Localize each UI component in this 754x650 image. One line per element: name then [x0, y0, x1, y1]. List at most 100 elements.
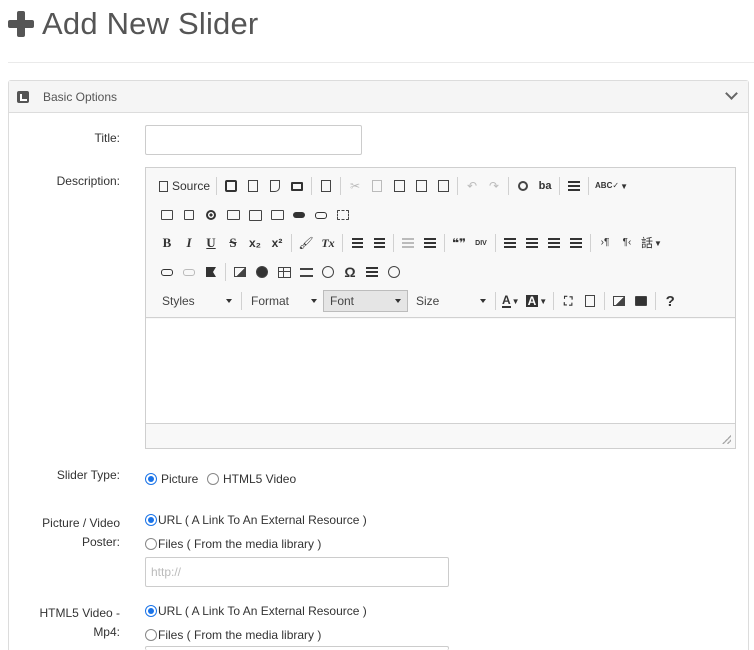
- show-blocks-button[interactable]: [579, 290, 601, 312]
- globe-icon: [388, 266, 400, 278]
- paste-button[interactable]: [388, 175, 410, 197]
- indent-button[interactable]: [419, 232, 441, 254]
- align-right-button[interactable]: [543, 232, 565, 254]
- copy-format-button[interactable]: 🖌: [295, 232, 317, 254]
- toolbar-row-1: Source ✂ ↶ ↷ ba ABC✓ ▼: [156, 173, 631, 199]
- find-button[interactable]: [512, 175, 534, 197]
- ltr-icon: ›¶: [600, 237, 610, 248]
- rtl-button[interactable]: ¶‹: [616, 232, 638, 254]
- textarea-button[interactable]: [244, 204, 266, 226]
- maximize-button[interactable]: ⛶: [557, 290, 579, 312]
- iframe-button[interactable]: [383, 261, 405, 283]
- cut-button[interactable]: ✂: [344, 175, 366, 197]
- select-field-button[interactable]: [266, 204, 288, 226]
- templates-button[interactable]: [315, 175, 337, 197]
- language-button[interactable]: 話 ▼: [638, 232, 665, 254]
- paste-word-button[interactable]: [432, 175, 454, 197]
- panel-heading[interactable]: Basic Options: [9, 81, 748, 113]
- save-button[interactable]: [220, 175, 242, 197]
- title-input[interactable]: [145, 125, 362, 155]
- special-char-button[interactable]: Ω: [339, 261, 361, 283]
- poster-url-radio[interactable]: URL ( A Link To An External Resource ): [145, 513, 367, 527]
- button-tool[interactable]: [288, 204, 310, 226]
- hidden-field-icon: [337, 210, 349, 220]
- print-button[interactable]: [286, 175, 308, 197]
- mp4-files-radio[interactable]: Files ( From the media library ): [145, 628, 321, 642]
- hidden-field-button[interactable]: [332, 204, 354, 226]
- link-button[interactable]: [156, 261, 178, 283]
- form-button[interactable]: [156, 204, 178, 226]
- bold-button[interactable]: B: [156, 232, 178, 254]
- undo-icon: ↶: [467, 179, 478, 193]
- toolbar-separator: [655, 292, 657, 310]
- poster-url-input[interactable]: [145, 557, 449, 587]
- numbered-list-button[interactable]: [346, 232, 368, 254]
- redo-button[interactable]: ↷: [483, 175, 505, 197]
- mp4-url-input-edge[interactable]: [145, 646, 449, 650]
- radio-button-tool[interactable]: [200, 204, 222, 226]
- toolbar-separator: [457, 177, 459, 195]
- insert-video-button[interactable]: [630, 290, 652, 312]
- editor-statusbar: [146, 423, 735, 448]
- anchor-button[interactable]: [200, 261, 222, 283]
- blockquote-button[interactable]: ❝❞: [448, 232, 470, 254]
- new-page-button[interactable]: [242, 175, 264, 197]
- table-button[interactable]: [273, 261, 295, 283]
- strike-button[interactable]: S: [222, 232, 244, 254]
- outdent-button[interactable]: [397, 232, 419, 254]
- select-all-icon: [568, 181, 581, 191]
- bg-color-button[interactable]: A ▼: [523, 290, 551, 312]
- toolbar-row-3: B I U S x₂ x² 🖌 Tx ❝❞ DIV ›¶ ¶‹ 話 ▼: [156, 230, 665, 256]
- styles-combo[interactable]: Styles: [156, 290, 238, 312]
- align-center-button[interactable]: [521, 232, 543, 254]
- poster-files-radio[interactable]: Files ( From the media library ): [145, 537, 321, 551]
- editor-content-area[interactable]: [146, 319, 735, 423]
- unlink-button[interactable]: [178, 261, 200, 283]
- outdent-icon: [402, 238, 414, 248]
- mp4-url-radio[interactable]: URL ( A Link To An External Resource ): [145, 604, 367, 618]
- paste-text-button[interactable]: [410, 175, 432, 197]
- language-icon: 話: [641, 236, 654, 250]
- horizontal-rule-icon: [299, 267, 313, 277]
- rich-text-editor: Source ✂ ↶ ↷ ba ABC✓ ▼ B I U S x₂ x² 🖌 T…: [145, 167, 736, 449]
- horizontal-rule-button[interactable]: [295, 261, 317, 283]
- help-button[interactable]: ?: [659, 290, 681, 312]
- align-left-button[interactable]: [499, 232, 521, 254]
- underline-button[interactable]: U: [200, 232, 222, 254]
- source-button[interactable]: Source: [156, 175, 213, 197]
- flash-button[interactable]: [251, 261, 273, 283]
- caret-down-icon: ▼: [620, 181, 628, 191]
- copy-button[interactable]: [366, 175, 388, 197]
- subscript-button[interactable]: x₂: [244, 232, 266, 254]
- undo-button[interactable]: ↶: [461, 175, 483, 197]
- preview-button[interactable]: [264, 175, 286, 197]
- resize-handle-icon[interactable]: [722, 435, 731, 444]
- slider-type-video-radio[interactable]: HTML5 Video: [207, 472, 296, 486]
- bulleted-list-button[interactable]: [368, 232, 390, 254]
- replace-button[interactable]: ba: [534, 175, 556, 197]
- justify-button[interactable]: [565, 232, 587, 254]
- checkbox-button[interactable]: [178, 204, 200, 226]
- collapse-icon[interactable]: [17, 91, 29, 103]
- chevron-down-icon[interactable]: [725, 87, 738, 100]
- slider-type-picture-radio[interactable]: Picture: [145, 472, 198, 486]
- superscript-button[interactable]: x²: [266, 232, 288, 254]
- create-div-button[interactable]: DIV: [470, 232, 492, 254]
- select-all-button[interactable]: [563, 175, 585, 197]
- image-button-tool[interactable]: [310, 204, 332, 226]
- format-combo[interactable]: Format: [245, 290, 323, 312]
- italic-button[interactable]: I: [178, 232, 200, 254]
- ltr-button[interactable]: ›¶: [594, 232, 616, 254]
- size-combo[interactable]: Size: [410, 290, 492, 312]
- page-break-button[interactable]: [361, 261, 383, 283]
- spellcheck-button[interactable]: ABC✓ ▼: [592, 175, 631, 197]
- font-combo[interactable]: Font: [323, 290, 408, 312]
- insert-image-button[interactable]: [608, 290, 630, 312]
- smiley-button[interactable]: [317, 261, 339, 283]
- image-button[interactable]: [229, 261, 251, 283]
- remove-format-button[interactable]: Tx: [317, 232, 339, 254]
- maximize-icon: ⛶: [563, 294, 573, 308]
- text-field-button[interactable]: [222, 204, 244, 226]
- text-color-button[interactable]: A ▼: [499, 290, 523, 312]
- toolbar-separator: [241, 292, 242, 310]
